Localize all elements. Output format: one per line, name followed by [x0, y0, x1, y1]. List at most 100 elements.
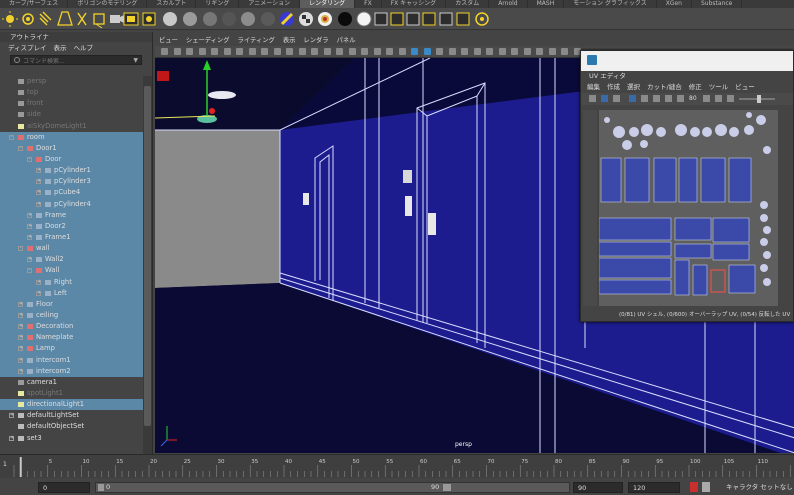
outliner-item[interactable]: - wall [0, 243, 143, 255]
outliner-item[interactable]: spotLight1 [0, 388, 143, 399]
viewport-tool-icon[interactable] [273, 48, 281, 55]
uv-shaded-icon[interactable] [601, 95, 608, 102]
outliner-item[interactable]: - room [0, 131, 143, 143]
outliner-item[interactable]: + Door2 [0, 220, 143, 232]
outliner-scroll-thumb[interactable] [144, 86, 151, 426]
uv-image-icon[interactable] [613, 95, 620, 102]
viewport-tool-icon[interactable] [161, 48, 168, 55]
outliner-search-input[interactable] [11, 57, 131, 66]
expand-icon[interactable]: + [36, 190, 41, 196]
outliner-item[interactable]: + Frame [0, 209, 143, 221]
uv-menu-edit[interactable]: 編集 [587, 81, 600, 93]
outliner-item[interactable]: + Right [0, 276, 143, 288]
ambient-light-icon[interactable] [22, 13, 34, 25]
viewport-tool-icon[interactable] [536, 48, 543, 55]
expand-icon[interactable]: + [18, 301, 23, 307]
outliner-item[interactable]: + intercom2 [0, 365, 143, 377]
viewport-menu-renderer[interactable]: レンダラ [303, 36, 328, 46]
start-frame-field[interactable]: 0 [38, 482, 90, 493]
viewport-tool-icon[interactable] [411, 48, 418, 55]
uv-filter-icon[interactable] [703, 95, 710, 102]
viewport-tool-icon[interactable] [198, 48, 206, 55]
shelf-tab-11[interactable]: モーション グラフィックス [564, 0, 657, 8]
expand-icon[interactable]: + [36, 201, 41, 207]
expand-icon[interactable]: + [18, 312, 23, 318]
shelf-tab-6[interactable]: FX [355, 0, 382, 8]
ipr-render-icon[interactable] [406, 12, 420, 26]
blinn-sphere-icon[interactable] [183, 12, 197, 26]
viewport-tool-icon[interactable] [248, 48, 256, 55]
expand-icon[interactable]: + [18, 346, 23, 352]
uv-exposure-icon[interactable] [715, 95, 722, 102]
outliner-item[interactable]: camera1 [0, 377, 143, 388]
outliner-item[interactable]: + Lamp [0, 343, 143, 355]
render-frame-icon[interactable] [390, 12, 404, 26]
character-set-label[interactable]: キャラクタ セットなし [726, 482, 793, 493]
viewport-tool-icon[interactable] [548, 48, 556, 55]
outliner-scrollbar[interactable] [143, 76, 152, 454]
outliner-menu-help[interactable]: ヘルプ [74, 42, 94, 54]
uv-editor-titlebar[interactable] [581, 51, 793, 71]
shelf-tab-8[interactable]: カスタム [446, 0, 490, 8]
viewport-tool-icon[interactable] [498, 48, 506, 55]
layered-sphere-icon[interactable] [261, 12, 275, 26]
viewport-tool-icon[interactable] [223, 48, 231, 55]
volume-light-icon[interactable] [93, 13, 105, 29]
collapse-icon[interactable]: - [18, 145, 23, 151]
viewport-tool-icon[interactable] [511, 48, 518, 55]
max-frame-field[interactable]: 120 [628, 482, 680, 493]
collapse-icon[interactable]: - [18, 246, 23, 252]
viewport-tool-icon[interactable] [386, 48, 393, 55]
spot-light-icon[interactable] [57, 11, 73, 26]
expand-icon[interactable]: + [18, 324, 23, 330]
end-frame-field[interactable]: 90 [573, 482, 623, 493]
black-sphere-icon[interactable] [338, 12, 352, 26]
outliner-menu-show[interactable]: 表示 [54, 42, 67, 54]
uv-canvas[interactable] [599, 110, 778, 306]
viewport-tool-icon[interactable] [486, 48, 493, 55]
viewport-menu-lighting[interactable]: ライティング [238, 36, 275, 46]
viewport-tool-icon[interactable] [173, 48, 181, 55]
uv-menu-create[interactable]: 作成 [607, 81, 620, 93]
uv-menu-tools[interactable]: ツール [709, 81, 729, 93]
directional-light-icon[interactable] [39, 11, 52, 26]
shelf-tab-13[interactable]: Substance [692, 0, 743, 8]
shelf-tab-3[interactable]: リギング [196, 0, 240, 8]
collapse-icon[interactable]: - [27, 156, 32, 162]
range-bar[interactable]: 0 90 [95, 482, 570, 493]
render-layer-icon[interactable] [456, 12, 470, 26]
outliner-item[interactable]: + pCylinder3 [0, 176, 143, 188]
viewport-tool-icon[interactable] [373, 48, 381, 55]
outliner-item[interactable]: top [0, 87, 143, 98]
outliner-item[interactable]: + pCylinder4 [0, 198, 143, 210]
render-target-icon[interactable] [475, 12, 489, 26]
viewport-tool-icon[interactable] [336, 48, 343, 55]
expand-icon[interactable]: + [27, 234, 32, 240]
time-slider[interactable]: 5 10 15 20 25 30 35 40 45 50 55 60 65 70 75 80 85 90 95 100… [0, 454, 794, 478]
viewport-tool-icon[interactable] [448, 48, 456, 55]
uv-resolution-value[interactable]: 80 [689, 93, 697, 105]
lambert-sphere-icon[interactable] [163, 12, 177, 26]
hypershade-icon[interactable] [439, 12, 453, 26]
outliner-item[interactable]: - Door1 [0, 142, 143, 154]
range-end-handle[interactable] [443, 484, 451, 491]
shelf-tab-2[interactable]: スカルプト [147, 0, 197, 8]
render-settings-icon[interactable] [422, 12, 436, 26]
expand-icon[interactable]: + [18, 335, 23, 341]
expand-icon[interactable]: + [9, 413, 14, 419]
uv-checker-icon[interactable] [641, 95, 648, 102]
chevron-down-icon[interactable]: ▼ [133, 57, 138, 64]
outliner-item[interactable]: + ceiling [0, 309, 143, 322]
expand-icon[interactable]: + [18, 357, 23, 363]
camera-icon[interactable] [110, 15, 124, 23]
expand-icon[interactable]: + [27, 212, 32, 218]
current-frame-marker[interactable] [19, 457, 22, 477]
outliner-item[interactable]: + Wall2 [0, 254, 143, 266]
shelf-tab-12[interactable]: XGen [657, 0, 692, 8]
checker-sphere-icon[interactable] [299, 12, 313, 26]
uv-distortion-icon[interactable] [653, 95, 660, 102]
viewport-tool-icon[interactable] [286, 48, 293, 55]
viewport-tool-icon[interactable] [473, 48, 481, 55]
surface-shader-sphere-icon[interactable] [222, 12, 236, 26]
outliner-item[interactable]: + defaultLightSet [0, 410, 143, 421]
